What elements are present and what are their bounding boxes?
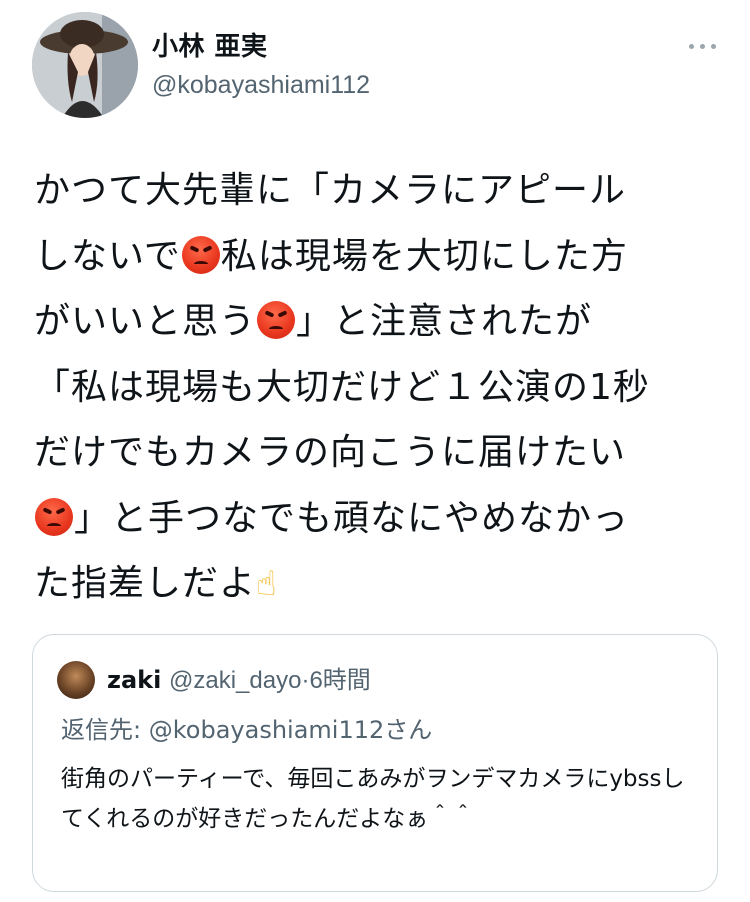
tweet-line: かつて大先輩に「カメラにアピール (34, 170, 627, 211)
angry-face-icon (181, 235, 220, 274)
tweet-line: た指差しだよ (34, 563, 257, 604)
tweet-line: だけでもカメラの向こうに届けたい (34, 432, 627, 473)
avatar-photo-icon (32, 12, 138, 118)
reply-to-line: 返信先: @kobayashiami112さん (61, 713, 432, 747)
author-avatar[interactable] (32, 12, 138, 118)
quote-author-avatar[interactable] (57, 661, 95, 699)
tweet-line: 」と手つなでも頑なにやめなかっ (74, 497, 630, 539)
author-handle[interactable]: @kobayashiami112 (152, 68, 370, 102)
reply-suffix: さん (384, 716, 433, 744)
author-names: 小林 亜実 @kobayashiami112 (152, 30, 370, 102)
tweet-line: 」と注意されたが (296, 301, 593, 342)
quoted-tweet[interactable]: zaki @zaki_dayo·6時間 返信先: @kobayashiami11… (32, 634, 718, 892)
tweet-line: しないで (34, 235, 181, 277)
quote-body: 街角のパーティーで、毎回こあみがヲンデマカメラにybssしてくれるのが好きだった… (61, 766, 685, 832)
tweet-header: 小林 亜実 @kobayashiami112 (0, 0, 750, 130)
pointing-up-hand-icon: ☝ (256, 564, 278, 604)
tweet-text: かつて大先輩に「カメラにアピール しないで 私は現場を大切にした方 がいいと思う」… (34, 158, 724, 618)
more-options-icon[interactable] (684, 36, 720, 56)
reply-mention-link[interactable]: @kobayashiami112 (149, 716, 385, 744)
tweet-line: がいいと思う (34, 301, 257, 342)
tweet-line: 「私は現場も大切だけど１公演の1秒 (34, 366, 650, 408)
quote-author-name[interactable]: zaki (107, 666, 161, 694)
angry-face-icon (257, 301, 296, 339)
reply-prefix: 返信先: (61, 716, 142, 744)
author-display-name[interactable]: 小林 亜実 (152, 30, 370, 64)
quote-time[interactable]: 6時間 (309, 667, 370, 694)
angry-face-icon (35, 497, 73, 536)
quote-author-handle[interactable]: @zaki_dayo (169, 667, 301, 694)
tweet-line: 私は現場を大切にした方 (220, 235, 628, 277)
quote-header: zaki @zaki_dayo·6時間 (107, 663, 371, 698)
